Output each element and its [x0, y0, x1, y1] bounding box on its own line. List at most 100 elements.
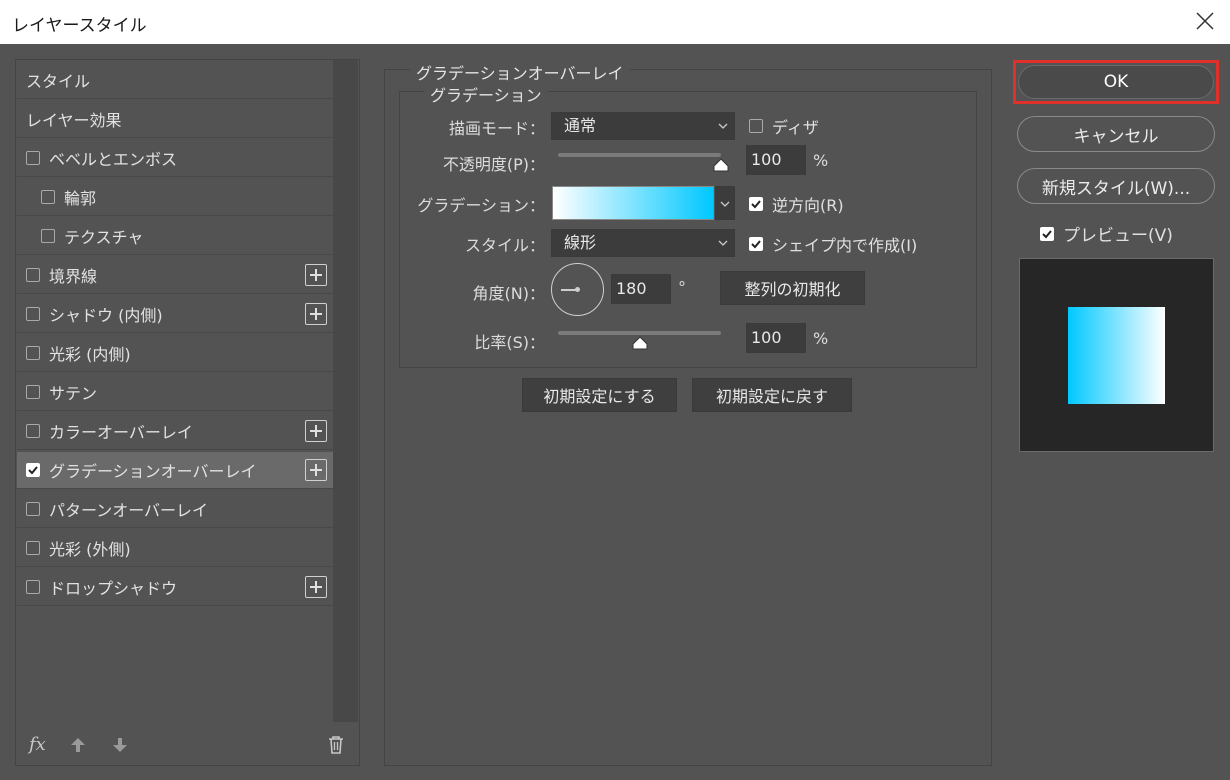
gradient-preview-swatch[interactable]: [552, 186, 714, 220]
close-icon[interactable]: [1194, 10, 1216, 32]
scale-label: 比率(S)：: [474, 333, 545, 352]
angle-dial[interactable]: [551, 263, 604, 316]
angle-input[interactable]: 180: [611, 274, 671, 304]
sidebar-item[interactable]: 境界線: [17, 257, 333, 294]
sidebar-item-label: ベベルとエンボス: [49, 150, 178, 169]
ok-button-highlight: OK: [1013, 60, 1219, 104]
check-icon: [751, 200, 761, 209]
preview-label: プレビュー(V): [1063, 226, 1173, 246]
sidebar-item-label: パターンオーバーレイ: [49, 501, 209, 520]
align-with-layer-label: シェイプ内で作成(I): [772, 236, 918, 255]
check-icon: [1042, 229, 1052, 238]
chevron-down-icon: [720, 201, 730, 207]
group-title: グラデーションオーバーレイ: [410, 60, 630, 84]
gradient-label: グラデーション：: [417, 196, 545, 215]
style-value: 線形: [564, 233, 597, 252]
ok-button[interactable]: OK: [1018, 65, 1214, 99]
style-select[interactable]: 線形: [551, 229, 735, 257]
styles-list-scrollbar[interactable]: [333, 60, 358, 722]
scale-input[interactable]: 100: [746, 323, 806, 353]
sidebar-item-label: カラーオーバーレイ: [49, 423, 193, 442]
reverse-checkbox[interactable]: 逆方向(R): [749, 192, 844, 216]
sidebar-item-label: テクスチャ: [64, 228, 144, 247]
sidebar-item[interactable]: 光彩 (内側): [17, 335, 333, 372]
reset-alignment-button[interactable]: 整列の初期化: [720, 271, 865, 305]
sidebar-item[interactable]: カラーオーバーレイ: [17, 413, 333, 450]
window-title: レイヤースタイル: [12, 16, 147, 36]
dither-label: ディザ: [772, 118, 819, 137]
sidebar-item-checkbox[interactable]: [26, 424, 40, 438]
trash-icon[interactable]: [327, 735, 345, 755]
sidebar-item-label: 輪郭: [64, 189, 97, 208]
opacity-label: 不透明度(P)：: [442, 155, 545, 174]
sidebar-item-label: 光彩 (外側): [49, 540, 131, 559]
sidebar-item[interactable]: サテン: [17, 374, 333, 411]
sidebar-item-label: 光彩 (内側): [49, 345, 131, 364]
reverse-label: 逆方向(R): [772, 196, 844, 215]
sidebar-item[interactable]: グラデーションオーバーレイ: [17, 452, 333, 489]
sidebar-item-checkbox[interactable]: [41, 190, 55, 204]
reset-default-button[interactable]: 初期設定に戻す: [692, 378, 852, 412]
preview-checkbox[interactable]: プレビュー(V): [1040, 221, 1173, 246]
reverse-checkbox-box[interactable]: [749, 197, 763, 211]
sidebar-item[interactable]: パターンオーバーレイ: [17, 491, 333, 528]
add-effect-plus-icon[interactable]: [305, 420, 327, 442]
add-effect-plus-icon[interactable]: [305, 576, 327, 598]
sidebar-item[interactable]: 光彩 (外側): [17, 530, 333, 567]
sidebar-item-label: ドロップシャドウ: [49, 579, 178, 598]
sidebar-item-checkbox[interactable]: [26, 151, 40, 165]
sidebar-item-checkbox[interactable]: [26, 385, 40, 399]
sidebar-item-label: サテン: [49, 384, 98, 403]
sidebar-item-label: レイヤー効果: [26, 111, 122, 130]
align-with-layer-checkbox-box[interactable]: [749, 237, 763, 251]
sidebar-item[interactable]: レイヤー効果: [17, 101, 333, 138]
check-icon: [28, 466, 38, 475]
add-effect-plus-icon[interactable]: [305, 459, 327, 481]
style-label: スタイル：: [464, 236, 545, 255]
style-preview: [1019, 258, 1214, 452]
sidebar-item[interactable]: ドロップシャドウ: [17, 569, 333, 606]
blend-mode-select[interactable]: 通常: [551, 112, 735, 140]
make-default-button[interactable]: 初期設定にする: [522, 378, 677, 412]
cancel-button[interactable]: キャンセル: [1017, 116, 1215, 152]
fx-icon[interactable]: fx: [29, 734, 46, 755]
sidebar-item-checkbox[interactable]: [26, 346, 40, 360]
gradient-picker-dropdown[interactable]: [715, 186, 735, 220]
sidebar-item-checkbox[interactable]: [41, 229, 55, 243]
sidebar-item-checkbox[interactable]: [26, 268, 40, 282]
subgroup-title: グラデーション: [424, 82, 548, 106]
chevron-down-icon: [718, 240, 728, 246]
blend-mode-value: 通常: [564, 116, 597, 135]
sidebar-item-checkbox[interactable]: [26, 502, 40, 516]
scale-slider-thumb[interactable]: [632, 336, 648, 350]
opacity-slider-track[interactable]: [558, 153, 721, 157]
sidebar-item-label: 境界線: [49, 267, 98, 286]
dither-checkbox-box[interactable]: [749, 119, 763, 133]
opacity-unit: %: [813, 151, 829, 170]
preview-checkbox-box[interactable]: [1040, 226, 1054, 241]
dither-checkbox[interactable]: ディザ: [749, 114, 819, 138]
sidebar-item[interactable]: シャドウ (内側): [17, 296, 333, 333]
new-style-button[interactable]: 新規スタイル(W)...: [1017, 168, 1215, 204]
sidebar-item[interactable]: テクスチャ: [17, 218, 333, 255]
add-effect-plus-icon[interactable]: [305, 264, 327, 286]
sidebar-item-checkbox[interactable]: [26, 580, 40, 594]
arrow-down-icon[interactable]: [111, 736, 129, 754]
check-icon: [751, 240, 761, 249]
add-effect-plus-icon[interactable]: [305, 303, 327, 325]
angle-dial-center: [575, 287, 580, 292]
opacity-input[interactable]: 100: [746, 145, 806, 175]
opacity-slider-thumb[interactable]: [713, 158, 729, 172]
sidebar-item[interactable]: ベベルとエンボス: [17, 140, 333, 177]
arrow-up-icon[interactable]: [69, 736, 87, 754]
sidebar-item[interactable]: スタイル: [17, 62, 333, 99]
sidebar-item-checkbox[interactable]: [26, 307, 40, 321]
style-preview-swatch: [1068, 307, 1165, 404]
title-bar: レイヤースタイル: [0, 0, 1230, 44]
sidebar-item-checkbox[interactable]: [26, 463, 40, 477]
sidebar-item-checkbox[interactable]: [26, 541, 40, 555]
scale-slider-track[interactable]: [558, 331, 721, 335]
sidebar-item[interactable]: 輪郭: [17, 179, 333, 216]
blend-mode-label: 描画モード：: [448, 119, 545, 138]
align-with-layer-checkbox[interactable]: シェイプ内で作成(I): [749, 232, 917, 256]
